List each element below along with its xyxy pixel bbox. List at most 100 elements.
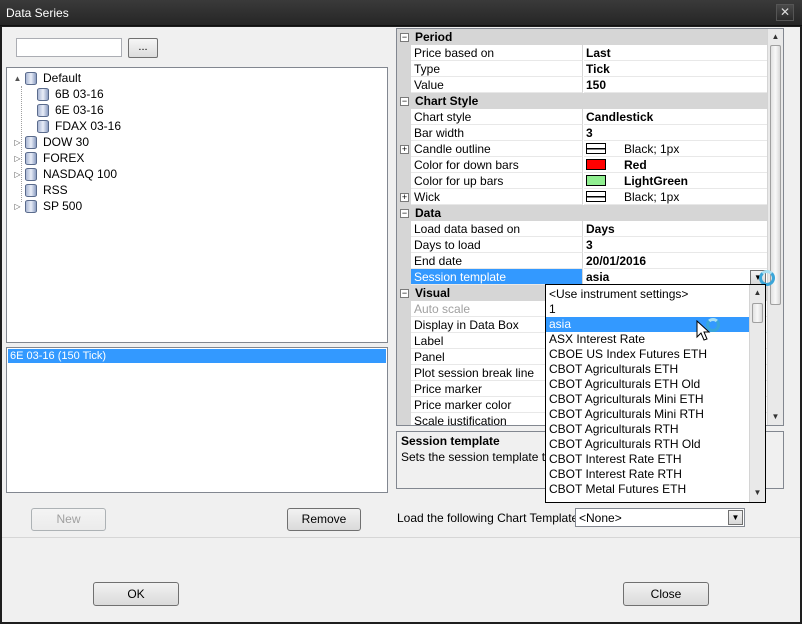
scroll-down-arrow-icon[interactable]: ▼	[768, 409, 783, 425]
collapse-icon[interactable]: −	[400, 33, 409, 42]
row-gutter	[397, 109, 411, 125]
tree-node-dow30[interactable]: ▷ DOW 30	[13, 134, 89, 150]
dropdown-option[interactable]: CBOT Interest Rate RTH	[546, 467, 749, 482]
remove-button[interactable]: Remove	[287, 508, 361, 531]
help-title: Session template	[401, 434, 500, 448]
instrument-tree: ▲ Default 6B 03-16 6E 03-16 FDAX 03-16 ▷…	[6, 67, 388, 343]
dropdown-option[interactable]: CBOE US Index Futures ETH	[546, 347, 749, 362]
prop-value[interactable]: 150	[584, 77, 767, 93]
category-period[interactable]: − Period	[397, 29, 767, 45]
dropdown-option[interactable]: CBOT Agriculturals ETH Old	[546, 377, 749, 392]
dropdown-option[interactable]: CBOT Agriculturals Mini ETH	[546, 392, 749, 407]
dropdown-option[interactable]: CBOT Agriculturals Mini RTH	[546, 407, 749, 422]
tree-node-default[interactable]: ▲ Default	[13, 70, 82, 86]
tree-node-sp500[interactable]: ▷ SP 500	[13, 198, 82, 214]
tree-node-rss[interactable]: RSS	[13, 182, 68, 198]
prop-row-type[interactable]: Type Tick	[397, 61, 767, 77]
prop-row-bar-width[interactable]: Bar width 3	[397, 125, 767, 141]
prop-value[interactable]: Red	[584, 157, 767, 173]
browse-button[interactable]: ...	[128, 38, 158, 58]
prop-name: Candle outline	[411, 141, 583, 157]
tree-node-nasdaq100[interactable]: ▷ NASDAQ 100	[13, 166, 117, 182]
expand-icon[interactable]: ▷	[13, 202, 22, 211]
prop-row-session-template[interactable]: Session template asia	[397, 269, 767, 285]
ok-button[interactable]: OK	[93, 582, 179, 606]
prop-value[interactable]: 20/01/2016	[584, 253, 767, 269]
prop-row-candle-outline[interactable]: + Candle outline Black; 1px	[397, 141, 767, 157]
category-label: Period	[415, 30, 453, 44]
database-icon	[25, 183, 37, 197]
prop-value[interactable]: Days	[584, 221, 767, 237]
instrument-search-input[interactable]	[16, 38, 122, 57]
tree-node-fdax[interactable]: FDAX 03-16	[37, 118, 121, 134]
prop-row-wick[interactable]: + Wick Black; 1px	[397, 189, 767, 205]
dropdown-option[interactable]: CBOT Interest Rate ETH	[546, 452, 749, 467]
prop-value[interactable]: Black; 1px	[584, 141, 767, 157]
dropdown-option[interactable]: CBOT Agriculturals ETH	[546, 362, 749, 377]
row-gutter	[397, 253, 411, 269]
collapse-icon[interactable]: ▲	[13, 74, 22, 83]
collapse-icon[interactable]: −	[400, 289, 409, 298]
dropdown-option[interactable]: <Use instrument settings>	[546, 287, 749, 302]
expand-icon[interactable]: ▷	[13, 170, 22, 179]
prop-name: Bar width	[411, 125, 583, 141]
tree-node-forex[interactable]: ▷ FOREX	[13, 150, 84, 166]
row-gutter	[397, 365, 411, 381]
prop-row-color-down[interactable]: Color for down bars Red	[397, 157, 767, 173]
prop-value[interactable]: 3	[584, 237, 767, 253]
scroll-up-arrow-icon[interactable]: ▲	[750, 285, 765, 301]
property-grid-scrollbar[interactable]: ▲ ▼	[767, 29, 783, 425]
dropdown-option[interactable]: CBOT Metal Futures ETH	[546, 482, 749, 497]
window-close-button[interactable]: ✕	[776, 4, 794, 21]
tree-node-label: DOW 30	[43, 135, 90, 149]
tree-node-6e[interactable]: 6E 03-16	[37, 102, 104, 118]
prop-value[interactable]: Tick	[584, 61, 767, 77]
expand-icon[interactable]: +	[400, 145, 409, 154]
prop-row-color-up[interactable]: Color for up bars LightGreen	[397, 173, 767, 189]
row-gutter	[397, 45, 411, 61]
data-series-item[interactable]: 6E 03-16 (150 Tick)	[8, 349, 386, 363]
scrollbar-thumb[interactable]	[752, 303, 763, 323]
expand-icon	[13, 186, 22, 195]
dropdown-arrow-icon[interactable]: ▼	[728, 510, 743, 525]
prop-row-value[interactable]: Value 150	[397, 77, 767, 93]
prop-row-chart-style[interactable]: Chart style Candlestick	[397, 109, 767, 125]
prop-value[interactable]: LightGreen	[584, 173, 767, 189]
prop-row-end-date[interactable]: End date 20/01/2016	[397, 253, 767, 269]
expand-icon[interactable]: ▷	[13, 154, 22, 163]
tree-node-label: SP 500	[43, 199, 83, 213]
scroll-up-arrow-icon[interactable]: ▲	[768, 29, 783, 45]
new-button[interactable]: New	[31, 508, 106, 531]
category-chart-style[interactable]: − Chart Style	[397, 93, 767, 109]
collapse-icon[interactable]: −	[400, 97, 409, 106]
close-button[interactable]: Close	[623, 582, 709, 606]
prop-value[interactable]: Candlestick	[584, 109, 767, 125]
row-gutter	[397, 237, 411, 253]
dropdown-option[interactable]: CBOT Agriculturals RTH	[546, 422, 749, 437]
collapse-icon[interactable]: −	[400, 209, 409, 218]
dropdown-scrollbar[interactable]: ▲ ▼	[749, 285, 765, 502]
help-description: Sets the session template to u	[401, 450, 562, 464]
scroll-down-arrow-icon[interactable]: ▼	[750, 485, 765, 501]
prop-row-days-to-load[interactable]: Days to load 3	[397, 237, 767, 253]
dropdown-option[interactable]: 1	[546, 302, 749, 317]
tree-node-6b[interactable]: 6B 03-16	[37, 86, 104, 102]
row-gutter	[397, 317, 411, 333]
category-data[interactable]: − Data	[397, 205, 767, 221]
prop-value[interactable]: 3	[584, 125, 767, 141]
prop-row-load-data-based-on[interactable]: Load data based on Days	[397, 221, 767, 237]
dropdown-option[interactable]: ASX Interest Rate	[546, 332, 749, 347]
expand-icon[interactable]: ▷	[13, 138, 22, 147]
scrollbar-thumb[interactable]	[770, 45, 781, 305]
prop-name: Session template	[411, 269, 583, 285]
prop-value[interactable]: Last	[584, 45, 767, 61]
chart-template-value: <None>	[579, 511, 622, 525]
row-gutter	[397, 61, 411, 77]
prop-value[interactable]: asia	[584, 269, 767, 285]
prop-value[interactable]: Black; 1px	[584, 189, 767, 205]
dialog-body: ... ▲ Default 6B 03-16 6E 03-16 FDAX 03-…	[2, 27, 800, 622]
chart-template-select[interactable]: <None> ▼	[575, 508, 745, 527]
expand-icon[interactable]: +	[400, 193, 409, 202]
prop-row-price-based-on[interactable]: Price based on Last	[397, 45, 767, 61]
dropdown-option[interactable]: CBOT Agriculturals RTH Old	[546, 437, 749, 452]
